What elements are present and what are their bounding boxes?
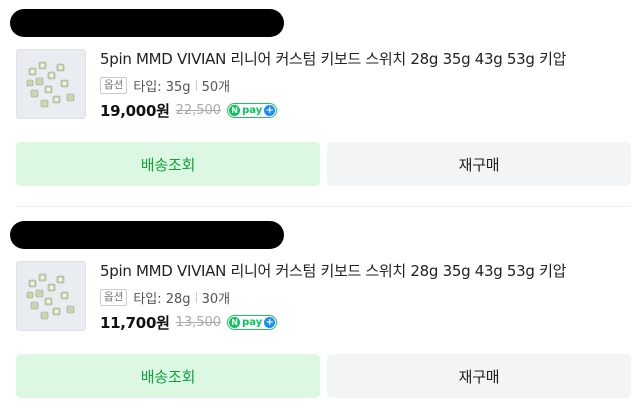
option-divider [195, 292, 197, 303]
track-delivery-button[interactable]: 배송조회 [16, 354, 320, 398]
npay-badge: N pay + [227, 103, 278, 118]
price-row: 19,000원 22,500 N pay + [100, 100, 278, 121]
price: 19,000원 [100, 102, 170, 120]
plus-icon: + [264, 104, 276, 116]
reorder-button[interactable]: 재구매 [327, 142, 631, 186]
npay-badge: N pay + [227, 315, 278, 330]
product-title[interactable]: 5pin MMD VIVIAN 리니어 커스텀 키보드 스위치 28g 35g … [100, 260, 566, 281]
option-type: 타입: 35g [133, 80, 191, 95]
npay-label: pay [242, 105, 263, 116]
plus-icon: + [264, 316, 276, 328]
price: 11,700원 [100, 314, 170, 332]
card-divider [16, 206, 631, 207]
npay-label: pay [242, 317, 263, 328]
original-price: 22,500 [175, 103, 222, 118]
option-badge: 옵션 [100, 289, 128, 306]
product-thumbnail[interactable] [16, 261, 86, 331]
option-badge: 옵션 [100, 77, 128, 94]
option-row: 옵션 타입: 28g 30개 [100, 288, 230, 307]
price-row: 11,700원 13,500 N pay + [100, 312, 278, 333]
option-divider [195, 80, 197, 91]
option-type: 타입: 28g [133, 292, 191, 307]
original-price: 13,500 [175, 315, 222, 330]
option-quantity: 30개 [201, 292, 231, 307]
npay-icon: N [229, 105, 241, 116]
product-title[interactable]: 5pin MMD VIVIAN 리니어 커스텀 키보드 스위치 28g 35g … [100, 48, 566, 69]
redacted-store-name [10, 9, 284, 37]
option-quantity: 50개 [201, 80, 231, 95]
reorder-button[interactable]: 재구매 [327, 354, 631, 398]
npay-icon: N [229, 317, 241, 328]
option-row: 옵션 타입: 35g 50개 [100, 76, 230, 95]
product-thumbnail[interactable] [16, 49, 86, 119]
redacted-store-name [10, 221, 284, 249]
track-delivery-button[interactable]: 배송조회 [16, 142, 320, 186]
